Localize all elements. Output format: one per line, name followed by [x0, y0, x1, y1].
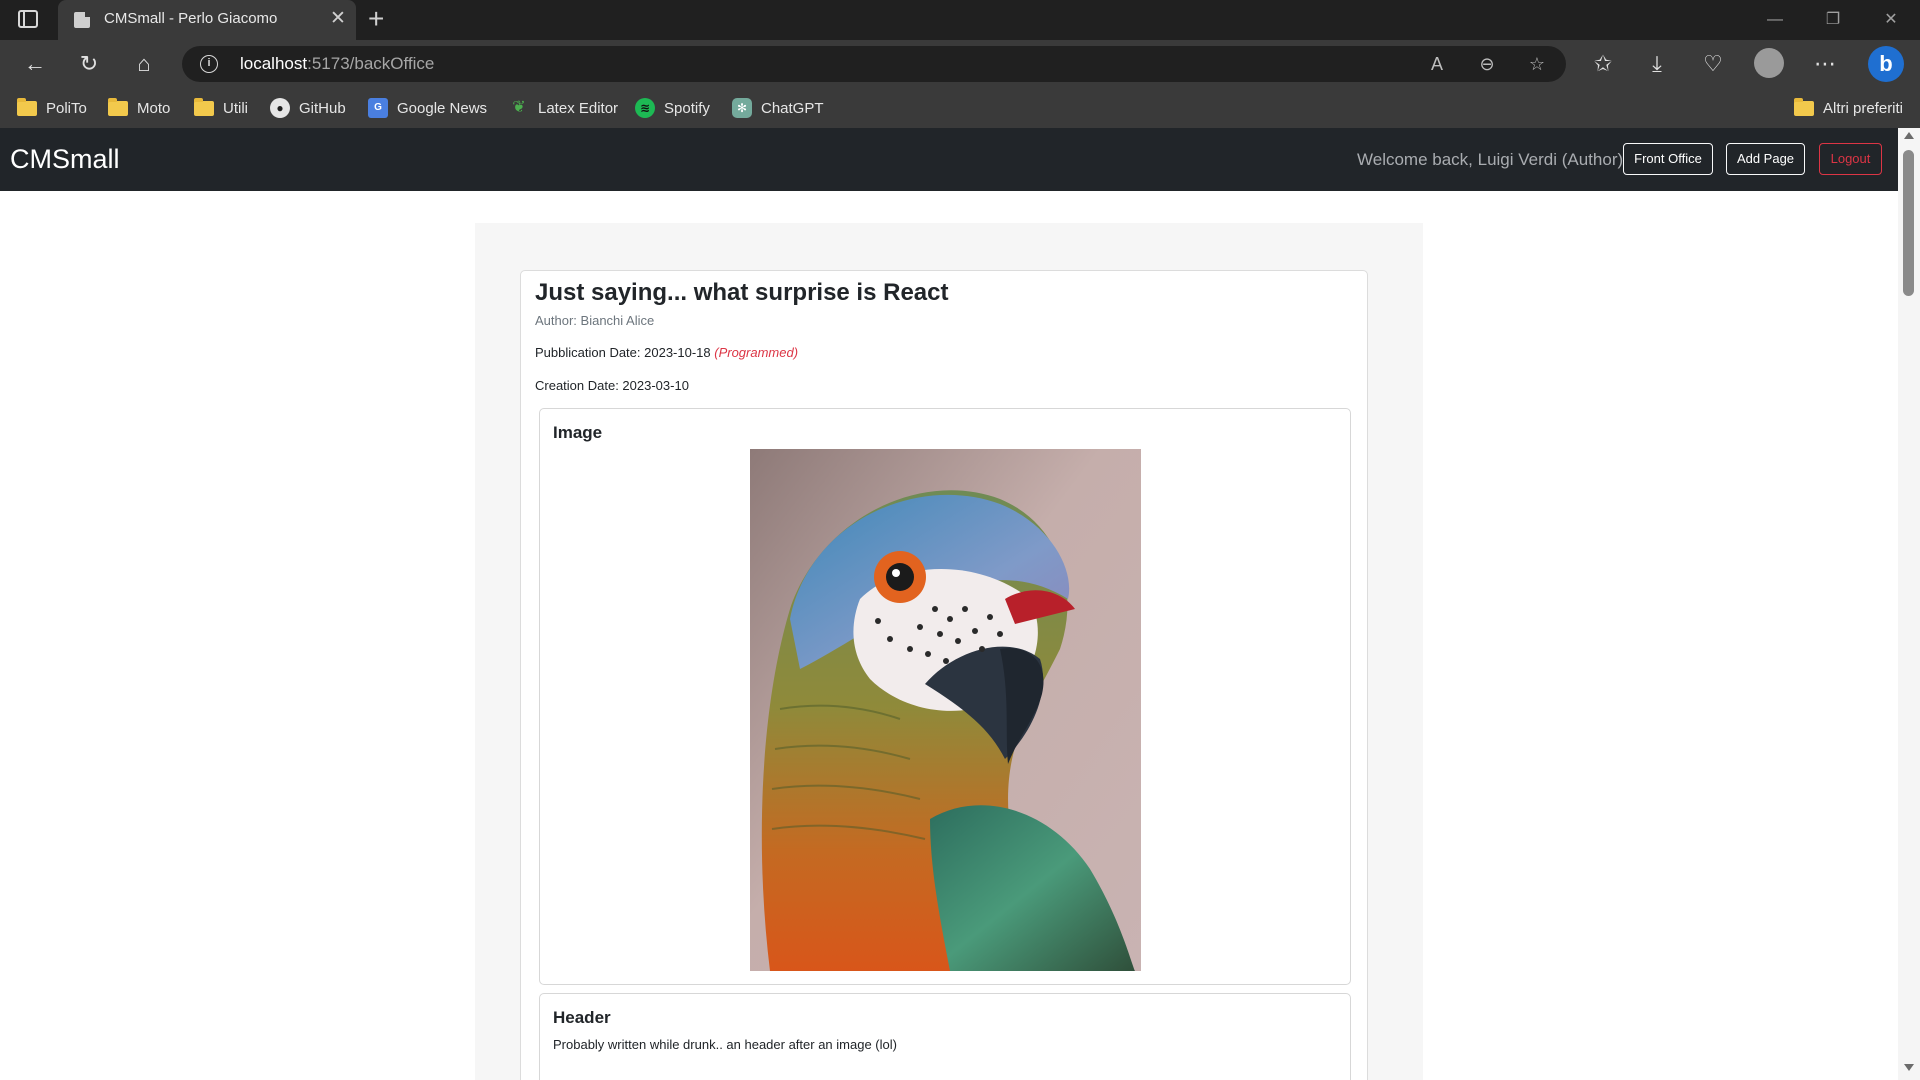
add-page-button[interactable]: Add Page: [1726, 143, 1805, 175]
welcome-message: Welcome back, Luigi Verdi (Author): [1357, 150, 1624, 169]
profile-avatar-icon[interactable]: [1754, 48, 1784, 78]
chatgpt-icon: ✻: [732, 98, 752, 118]
spotify-icon: ≋: [635, 98, 655, 118]
parrot-image: [750, 449, 1141, 971]
bookmark-latex-editor[interactable]: ❦ Latex Editor: [509, 96, 618, 120]
page-favicon-icon: [74, 12, 90, 28]
copilot-icon[interactable]: b: [1868, 46, 1904, 82]
minimize-icon[interactable]: —: [1752, 4, 1798, 36]
page-scrollbar[interactable]: [1898, 128, 1920, 1080]
creation-date: Creation Date: 2023-03-10: [535, 378, 689, 393]
publication-date: Pubblication Date: 2023-10-18 (Programme…: [535, 345, 799, 360]
home-icon[interactable]: ⌂: [129, 50, 159, 78]
scroll-thumb[interactable]: [1903, 150, 1914, 296]
close-tab-icon[interactable]: ✕: [330, 7, 346, 31]
block-type-label: Header: [553, 1008, 611, 1027]
page-container: Just saying... what surprise is React Au…: [475, 223, 1423, 1080]
bookmark-polito[interactable]: PoliTo: [17, 96, 87, 120]
bookmark-spotify[interactable]: ≋ Spotify: [635, 96, 710, 120]
zoom-out-icon[interactable]: ⊖: [1474, 52, 1500, 76]
scroll-down-icon[interactable]: [1904, 1064, 1914, 1071]
reload-icon[interactable]: ↻: [74, 50, 104, 78]
tab-title: CMSmall - Perlo Giacomo: [104, 10, 278, 27]
close-window-icon[interactable]: ✕: [1868, 4, 1914, 36]
block-content-text: Probably written while drunk.. an header…: [553, 1037, 897, 1052]
bookmarks-bar: PoliTo Moto Utili ● GitHub G Google News ❦…: [0, 88, 1920, 128]
publication-status-badge: (Programmed): [714, 345, 799, 360]
page-card: Just saying... what surprise is React Au…: [520, 270, 1368, 1080]
logout-button[interactable]: Logout: [1819, 143, 1882, 175]
bookmark-github[interactable]: ● GitHub: [270, 96, 346, 120]
latex-icon: ❦: [512, 99, 526, 116]
block-type-label: Image: [553, 423, 603, 442]
site-info-icon[interactable]: i: [200, 55, 218, 73]
downloads-icon[interactable]: ⤓: [1642, 50, 1672, 78]
folder-icon: [194, 97, 214, 116]
favorite-star-icon[interactable]: ☆: [1524, 52, 1550, 76]
browser-tabbar: CMSmall - Perlo Giacomo ✕ + — ❐ ✕: [0, 0, 1920, 40]
scroll-up-icon[interactable]: [1904, 132, 1914, 139]
tab-actions-icon[interactable]: [18, 10, 38, 28]
restore-icon[interactable]: ❐: [1810, 4, 1856, 36]
page-title: Just saying... what surprise is React: [535, 279, 949, 306]
browser-tab[interactable]: CMSmall - Perlo Giacomo ✕: [58, 0, 356, 40]
new-tab-icon[interactable]: +: [368, 3, 384, 35]
more-menu-icon[interactable]: ⋯: [1810, 50, 1840, 78]
page-author: Author: Bianchi Alice: [535, 313, 655, 328]
browser-toolbar: ← ↻ ⌂ i localhost:5173/backOffice A ⊖ ☆ …: [0, 40, 1920, 88]
back-icon[interactable]: ←: [20, 50, 50, 78]
address-bar[interactable]: i localhost:5173/backOffice A ⊖ ☆: [182, 46, 1566, 82]
content-block-image: Image: [539, 408, 1351, 985]
folder-icon: [108, 97, 128, 116]
google-news-icon: G: [368, 98, 388, 118]
content-block-header: Header Probably written while drunk.. an…: [539, 993, 1351, 1080]
bookmark-chatgpt[interactable]: ✻ ChatGPT: [732, 96, 824, 120]
front-office-button[interactable]: Front Office: [1623, 143, 1713, 175]
bookmark-google-news[interactable]: G Google News: [368, 96, 487, 120]
bookmark-utili[interactable]: Utili: [194, 96, 248, 120]
read-aloud-icon[interactable]: A: [1424, 52, 1450, 76]
folder-icon: [1794, 97, 1814, 116]
bookmark-moto[interactable]: Moto: [108, 96, 170, 120]
bookmark-other-favorites[interactable]: Altri preferiti: [1794, 96, 1903, 120]
url-text[interactable]: localhost:5173/backOffice: [240, 54, 434, 74]
favorites-icon[interactable]: ✩: [1588, 50, 1618, 78]
folder-icon: [17, 97, 37, 116]
app-brand[interactable]: CMSmall: [10, 144, 120, 175]
browser-essentials-icon[interactable]: ♡: [1698, 50, 1728, 78]
page-viewport: CMSmall Welcome back, Luigi Verdi (Autho…: [0, 128, 1920, 1080]
github-icon: ●: [270, 98, 290, 118]
app-navbar: CMSmall Welcome back, Luigi Verdi (Autho…: [0, 128, 1898, 191]
